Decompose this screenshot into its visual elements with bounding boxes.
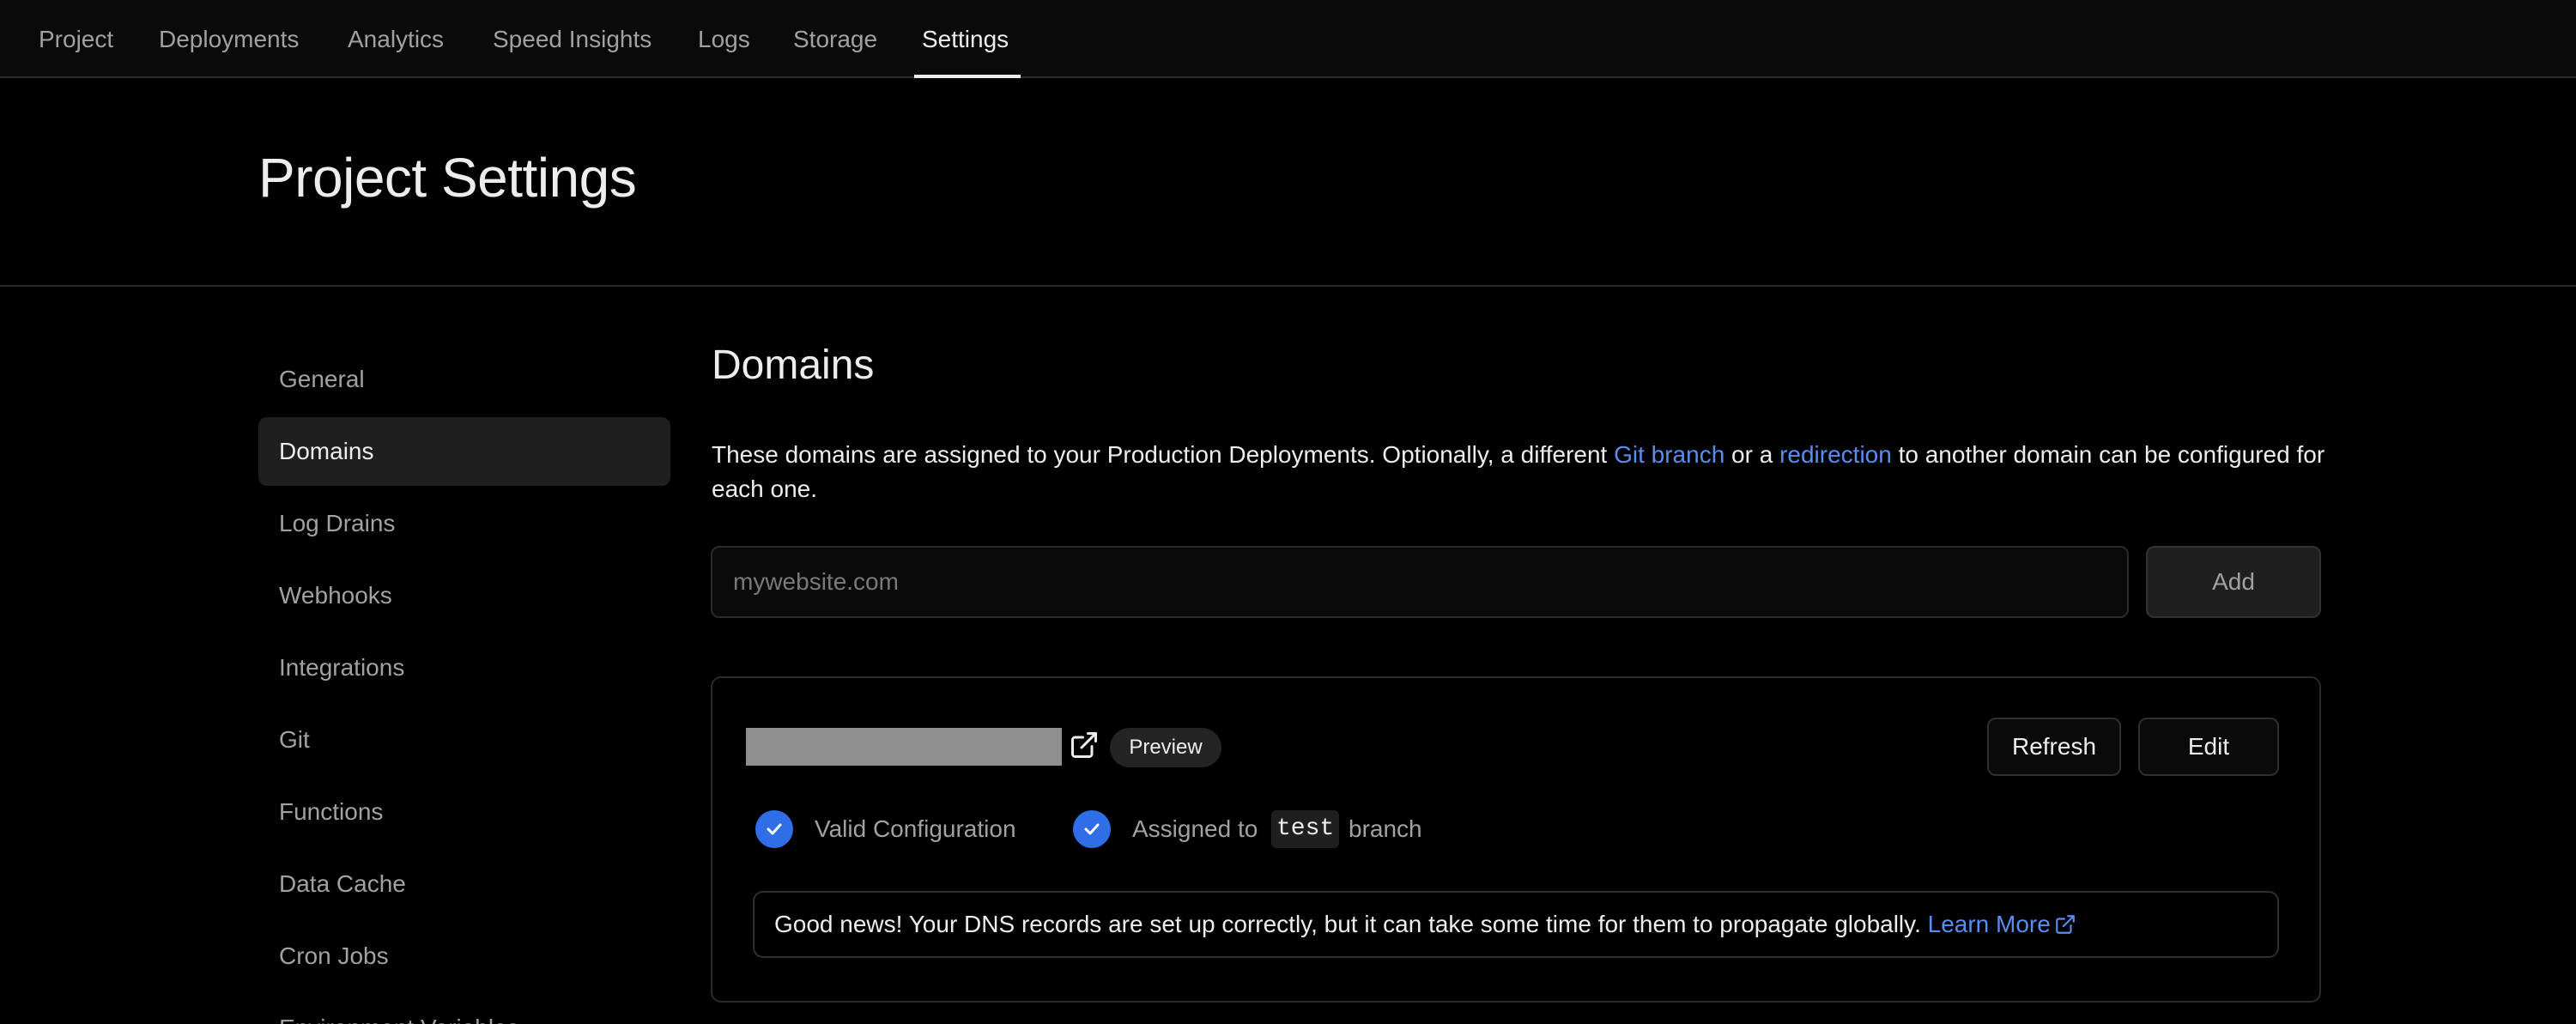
tab-project[interactable]: Project [39,0,113,78]
active-tab-indicator [914,75,1021,78]
external-link-icon [2055,915,2075,934]
tab-speed-insights[interactable]: Speed Insights [493,0,652,78]
tab-logs[interactable]: Logs [698,0,750,78]
sidebar-item-webhooks[interactable]: Webhooks [258,561,670,630]
preview-badge: Preview [1110,728,1221,767]
add-domain-button[interactable]: Add [2146,546,2321,618]
branch-name-chip: test [1271,810,1340,848]
sidebar-item-data-cache[interactable]: Data Cache [258,850,670,918]
tab-deployments[interactable]: Deployments [159,0,299,78]
tab-settings[interactable]: Settings [922,0,1009,78]
valid-configuration-status: Valid Configuration [815,815,1016,842]
sidebar-item-domains[interactable]: Domains [258,417,670,486]
section-title: Domains [712,342,875,388]
learn-more-label: Learn More [1927,911,2051,937]
refresh-button[interactable]: Refresh [1987,718,2121,776]
sidebar-item-functions[interactable]: Functions [258,778,670,846]
external-link-icon[interactable] [1069,730,1100,760]
check-icon [1073,810,1111,848]
check-icon [755,810,793,848]
domains-description: These domains are assigned to your Produ… [712,438,2325,506]
edit-button[interactable]: Edit [2138,718,2279,776]
learn-more-link[interactable]: Learn More [1928,911,2076,937]
branch-label: branch [1349,815,1422,842]
header-divider [0,285,2576,287]
sidebar-item-integrations[interactable]: Integrations [258,633,670,702]
sidebar-item-general[interactable]: General [258,345,670,414]
redacted-domain-name [746,728,1062,766]
tab-storage[interactable]: Storage [793,0,877,78]
dns-notice-text: Good news! Your DNS records are set up c… [774,911,1928,937]
sidebar-item-environment-variables[interactable]: Environment Variables [258,994,670,1024]
tab-analytics[interactable]: Analytics [348,0,444,78]
dns-notice: Good news! Your DNS records are set up c… [774,891,2076,958]
page-title: Project Settings [258,147,637,209]
domain-input[interactable] [711,546,2129,618]
sidebar-item-cron-jobs[interactable]: Cron Jobs [258,922,670,991]
assigned-to-label: Assigned to [1132,815,1258,842]
sidebar-item-log-drains[interactable]: Log Drains [258,489,670,558]
description-text: or a [1724,441,1780,468]
sidebar-item-git[interactable]: Git [258,706,670,774]
redirection-link[interactable]: redirection [1779,441,1892,468]
top-navigation: Project Deployments Analytics Speed Insi… [0,0,2576,78]
git-branch-link[interactable]: Git branch [1614,441,1724,468]
description-text: These domains are assigned to your Produ… [712,441,1615,468]
